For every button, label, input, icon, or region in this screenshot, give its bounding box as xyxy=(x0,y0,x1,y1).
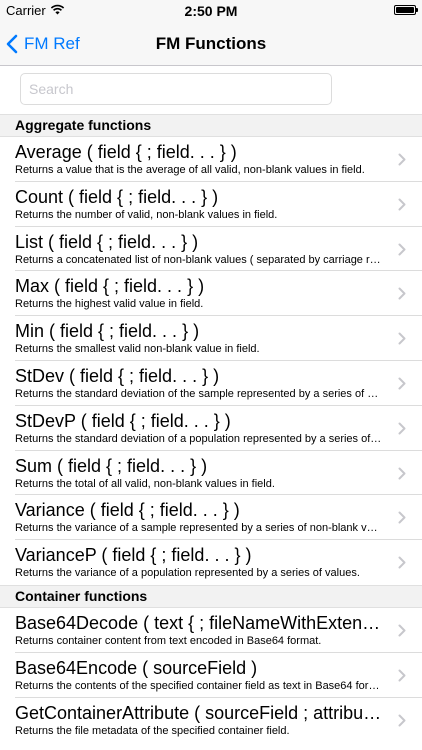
function-signature: Max ( field { ; field. . . } ) xyxy=(15,276,205,297)
chevron-right-icon xyxy=(398,198,406,211)
function-row[interactable]: Count ( field { ; field. . . } ) Returns … xyxy=(0,181,422,227)
battery-tip xyxy=(416,8,418,12)
function-signature: StDev ( field { ; field. . . } ) xyxy=(15,365,220,386)
function-row[interactable]: StDevP ( field { ; field. . . } ) Returns… xyxy=(0,405,422,451)
function-row[interactable]: Min ( field { ; field. . . } ) Returns th… xyxy=(0,316,422,361)
battery-icon xyxy=(394,5,418,15)
function-signature: Base64Decode ( text { ; fileNameWithExte… xyxy=(15,612,383,633)
back-button[interactable]: FM Ref xyxy=(6,22,80,65)
function-description: Returns container content from text enco… xyxy=(15,634,322,647)
function-signature: Sum ( field { ; field. . . } ) xyxy=(15,455,208,476)
function-signature: Base64Encode ( sourceField ) xyxy=(15,657,258,678)
function-description: Returns the highest valid value in field… xyxy=(15,298,204,311)
section-header: Aggregate functions xyxy=(0,114,422,137)
chevron-right-icon xyxy=(398,669,406,682)
function-description: Returns the smallest valid non-blank val… xyxy=(15,343,260,356)
function-description: Returns the variance of a sample represe… xyxy=(15,522,383,535)
navigation-bar: FM Ref FM Functions xyxy=(0,22,422,66)
functions-list: Aggregate functions Average ( field { ; f… xyxy=(0,114,422,743)
chevron-right-icon xyxy=(398,377,406,390)
function-description: Returns the standard deviation of a popu… xyxy=(15,432,383,445)
status-time: 2:50 PM xyxy=(184,3,238,19)
chevron-right-icon xyxy=(398,556,406,569)
function-description: Returns the number of valid, non-blank v… xyxy=(15,208,278,221)
function-signature: Min ( field { ; field. . . } ) xyxy=(15,321,200,342)
function-row[interactable]: Average ( field { ; field. . . } ) Return… xyxy=(0,137,422,182)
function-description: Returns the total of all valid, non-blan… xyxy=(15,477,275,490)
chevron-right-icon xyxy=(398,422,406,435)
status-bar: Carrier 2:50 PM xyxy=(0,0,422,22)
app-screen: Carrier 2:50 PM FM Ref FM Functions Sear… xyxy=(0,0,422,750)
back-button-label: FM Ref xyxy=(24,33,80,53)
chevron-left-icon xyxy=(6,34,18,53)
chevron-right-icon xyxy=(398,287,406,300)
function-signature: List ( field { ; field. . . } ) xyxy=(15,231,199,252)
chevron-right-icon xyxy=(398,467,406,480)
function-row[interactable]: VarianceP ( field { ; field. . . } ) Retu… xyxy=(0,540,422,585)
chevron-right-icon xyxy=(398,624,406,637)
chevron-right-icon xyxy=(398,243,406,256)
function-row[interactable]: Sum ( field { ; field. . . } ) Returns th… xyxy=(0,450,422,496)
function-row[interactable]: Max ( field { ; field. . . } ) Returns th… xyxy=(0,271,422,317)
function-signature: Variance ( field { ; field. . . } ) xyxy=(15,500,240,521)
search-input[interactable] xyxy=(20,73,332,105)
function-description: Returns the variance of a population rep… xyxy=(15,567,360,580)
function-row[interactable]: Base64Decode ( text { ; fileNameWithExte… xyxy=(0,607,422,653)
chevron-right-icon xyxy=(398,332,406,345)
function-description: Returns the file metadata of the specifi… xyxy=(15,724,290,737)
function-description: Returns a concatenated list of non-blank… xyxy=(15,253,383,266)
chevron-right-icon xyxy=(398,511,406,524)
function-signature: GetContainerAttribute ( sourceField ; at… xyxy=(15,702,383,723)
function-signature: Average ( field { ; field. . . } ) xyxy=(15,142,237,162)
function-row[interactable]: StDev ( field { ; field. . . } ) Returns … xyxy=(0,360,422,406)
function-signature: StDevP ( field { ; field. . . } ) xyxy=(15,410,231,431)
chevron-right-icon xyxy=(398,714,406,727)
section-header: Container functions xyxy=(0,584,422,608)
status-right xyxy=(394,5,418,15)
function-description: Returns the contents of the specified co… xyxy=(15,679,383,692)
chevron-right-icon xyxy=(398,153,406,166)
search-area xyxy=(0,66,422,114)
function-description: Returns the standard deviation of the sa… xyxy=(15,387,383,400)
function-description: Returns a value that is the average of a… xyxy=(15,164,365,176)
function-row[interactable]: GetContainerAttribute ( sourceField ; at… xyxy=(0,697,422,743)
function-row[interactable]: Base64Encode ( sourceField ) Returns the … xyxy=(0,652,422,698)
function-signature: VarianceP ( field { ; field. . . } ) xyxy=(15,545,252,566)
function-row[interactable]: Variance ( field { ; field. . . } ) Retur… xyxy=(0,495,422,541)
function-signature: Count ( field { ; field. . . } ) xyxy=(15,186,219,207)
battery-level xyxy=(396,7,414,13)
function-row[interactable]: List ( field { ; field. . . } ) Returns a… xyxy=(0,226,422,272)
